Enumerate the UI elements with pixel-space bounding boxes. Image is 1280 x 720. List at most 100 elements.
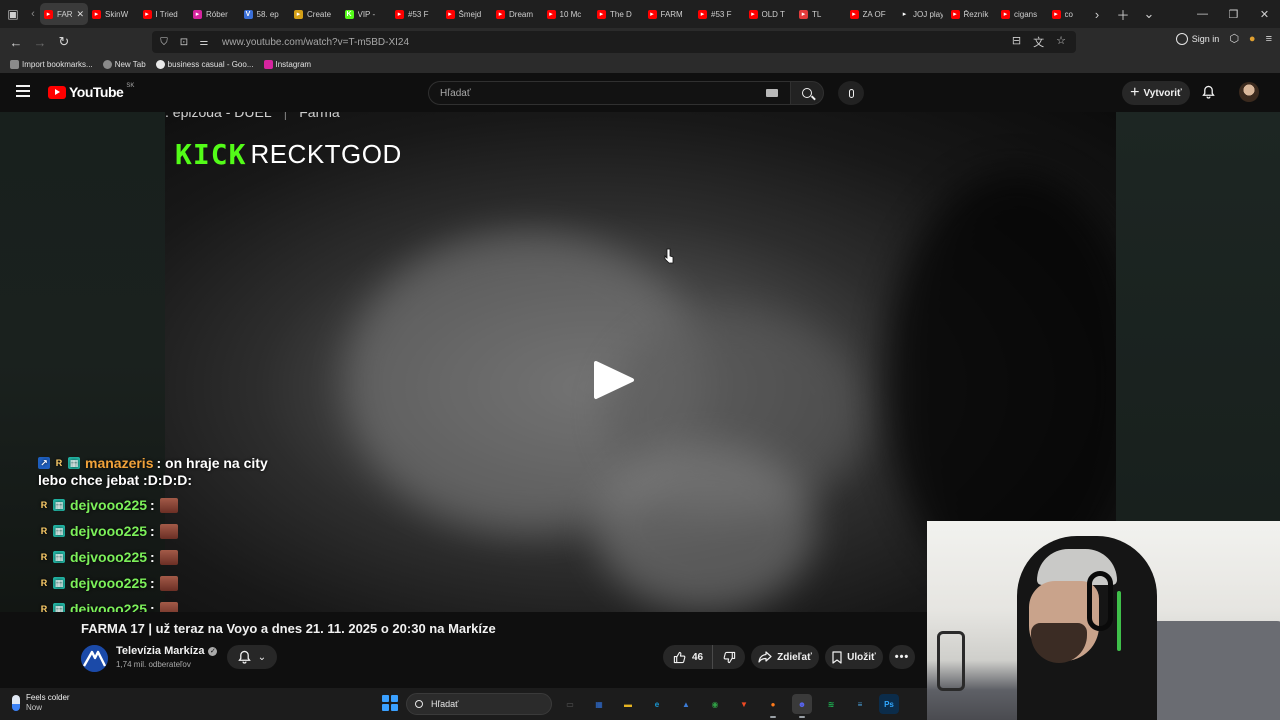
discord-icon[interactable]: ☻ — [792, 694, 812, 718]
tab-scroll-right-icon[interactable]: › — [1084, 0, 1110, 28]
browser-tab[interactable]: ▸ #53 F — [391, 3, 442, 25]
channel-name[interactable]: Televízia Markíza ✓ — [116, 645, 218, 657]
bookmark-item[interactable]: business casual - Goo... — [155, 60, 254, 69]
url-text[interactable]: www.youtube.com/watch?v=T-m5BD-XI24 — [222, 37, 409, 48]
notifications-bell-icon[interactable] — [1202, 85, 1215, 99]
browser-tab[interactable]: ▸ co — [1048, 3, 1081, 25]
chat-message: R ▦ dejvooo225 : — [38, 518, 358, 544]
file-explorer-icon[interactable]: ▬ — [618, 694, 638, 714]
tab-menu-chevron-icon[interactable]: ⌄ — [1136, 0, 1162, 28]
menu-icon[interactable]: ≡ — [1266, 33, 1272, 45]
bookmark-label: Instagram — [275, 60, 312, 69]
color-palette-icon[interactable]: ● — [1249, 33, 1256, 45]
browser-tab[interactable]: ▸ Create — [290, 3, 341, 25]
windows-start-icon[interactable] — [382, 695, 398, 711]
close-tab-icon[interactable]: ✕ — [76, 9, 84, 20]
browser-tab[interactable]: ▸ Šmejd — [442, 3, 493, 25]
firefox-icon[interactable]: ● — [763, 694, 783, 718]
channel-avatar[interactable] — [81, 645, 108, 672]
download-page-icon[interactable]: ⊟ — [1012, 34, 1021, 50]
tab-scroll-left-icon[interactable]: ‹ — [26, 0, 40, 28]
more-actions-icon[interactable]: ••• — [889, 645, 915, 669]
browser-tab[interactable]: ▸ TL — [795, 3, 846, 25]
screen: ▣ ‹ ▸ FAR ✕ ▸ SkinW ▸ I Tried ▸ Róber V 58. ep ▸ Cre… — [0, 0, 1280, 720]
browser-tab[interactable]: ▸ ZA OF — [846, 3, 897, 25]
youtube-wordmark: YouTube — [69, 84, 124, 100]
taskbar-search[interactable]: Hľadať — [406, 693, 552, 715]
tab-list-icon[interactable]: ▣ — [0, 0, 26, 28]
browser-tab-title: OLD T — [761, 9, 785, 19]
youtube-icon: ▸ — [849, 9, 859, 19]
brave-icon-glyph: ▼ — [740, 699, 748, 709]
browser-tab[interactable]: ▸ SkinW — [88, 3, 139, 25]
browser-tab[interactable]: ▸ 10 Mc — [543, 3, 594, 25]
browser-tab[interactable]: ▸ JOJ play — [896, 3, 947, 25]
close-window-icon[interactable]: ✕ — [1249, 0, 1280, 28]
lock-icon[interactable]: ⊡ — [178, 37, 190, 48]
keyboard-icon[interactable] — [766, 89, 778, 97]
search-icon — [802, 88, 812, 98]
chat-username: dejvooo225 — [70, 523, 148, 539]
store-icon[interactable]: ▦ — [589, 694, 609, 714]
bookmark-star-icon[interactable]: ☆ — [1056, 34, 1066, 50]
page-settings-icon[interactable]: ⚌ — [198, 37, 210, 48]
browser-tab[interactable]: ▸ Řezník — [947, 3, 998, 25]
rank-badge-icon: R — [40, 526, 48, 536]
bookmark-item[interactable]: Import bookmarks... — [10, 60, 93, 69]
browser-tab[interactable]: ▸ I Tried — [139, 3, 190, 25]
youtube-logo[interactable]: YouTube SK — [48, 83, 134, 100]
browser-tab[interactable]: ▸ OLD T — [745, 3, 796, 25]
browser-tab-title: ZA OF — [862, 9, 886, 19]
kick-icon: K — [344, 9, 354, 19]
browser-tab[interactable]: ▸ FAR ✕ — [40, 3, 88, 25]
minimize-icon[interactable]: — — [1187, 0, 1218, 28]
browser-tab[interactable]: ▸ Dream — [492, 3, 543, 25]
create-button[interactable]: + Vytvoriť — [1122, 81, 1190, 105]
chrome-icon[interactable]: ◉ — [705, 694, 725, 714]
forward-icon[interactable]: → — [28, 30, 52, 54]
weather-widget[interactable]: Feels colder Now — [12, 693, 70, 713]
notepad-icon[interactable]: ≡ — [850, 694, 870, 714]
google-icon — [155, 60, 165, 69]
reload-icon[interactable]: ↻ — [52, 30, 76, 54]
back-icon[interactable]: ← — [4, 30, 28, 54]
share-button[interactable]: Zdieľať — [751, 645, 819, 669]
task-view-icon[interactable]: ▭ — [560, 694, 580, 714]
play-icon[interactable] — [592, 359, 636, 401]
spotify-icon[interactable]: ≋ — [821, 694, 841, 714]
user-avatar[interactable] — [1239, 82, 1259, 102]
browser-tab-title: #53 F — [711, 9, 732, 19]
browser-tab[interactable]: ▸ FARM — [644, 3, 695, 25]
save-button[interactable]: Uložiť — [825, 645, 883, 669]
new-tab-icon[interactable]: ＋ — [1110, 0, 1136, 28]
photoshop-icon[interactable]: Ps — [879, 694, 899, 714]
browser-tab[interactable]: ▸ cigans — [997, 3, 1048, 25]
browser-tab[interactable]: ▸ Róber — [189, 3, 240, 25]
browser-tab[interactable]: K VIP - — [341, 3, 392, 25]
chevron-down-icon: ⌄ — [257, 651, 267, 663]
browser-tab[interactable]: ▸ #53 F — [694, 3, 745, 25]
like-button[interactable]: 46 — [663, 645, 713, 669]
search-button[interactable] — [790, 81, 824, 105]
photos-icon[interactable]: ▲ — [676, 694, 696, 714]
browser-tab[interactable]: ▸ The D — [593, 3, 644, 25]
microphone-icon — [848, 88, 854, 98]
hamburger-menu-icon[interactable] — [16, 85, 30, 97]
translate-icon[interactable]: 文 — [1033, 34, 1044, 50]
address-bar[interactable]: ⛉ ⊡ ⚌ www.youtube.com/watch?v=T-m5BD-XI2… — [152, 31, 1076, 53]
dislike-button[interactable] — [713, 651, 745, 664]
voice-search-button[interactable] — [838, 81, 864, 105]
search-input[interactable]: Hľadať — [428, 81, 790, 105]
brave-icon[interactable]: ▼ — [734, 694, 754, 714]
account-icon — [1175, 32, 1188, 45]
sign-in-button[interactable]: Sign in — [1175, 32, 1219, 45]
bookmark-item[interactable]: Instagram — [263, 60, 312, 69]
subscription-notifications-button[interactable]: ⌄ — [227, 645, 277, 669]
browser-tab[interactable]: V 58. ep — [240, 3, 291, 25]
bookmark-item[interactable]: New Tab — [102, 60, 146, 69]
shield-icon[interactable]: ⛉ — [158, 37, 170, 48]
restore-icon[interactable]: ❐ — [1218, 0, 1249, 28]
rank-badge-icon: R — [40, 500, 48, 510]
edge-icon[interactable]: e — [647, 694, 667, 714]
extensions-icon[interactable]: ⬡ — [1229, 32, 1239, 45]
